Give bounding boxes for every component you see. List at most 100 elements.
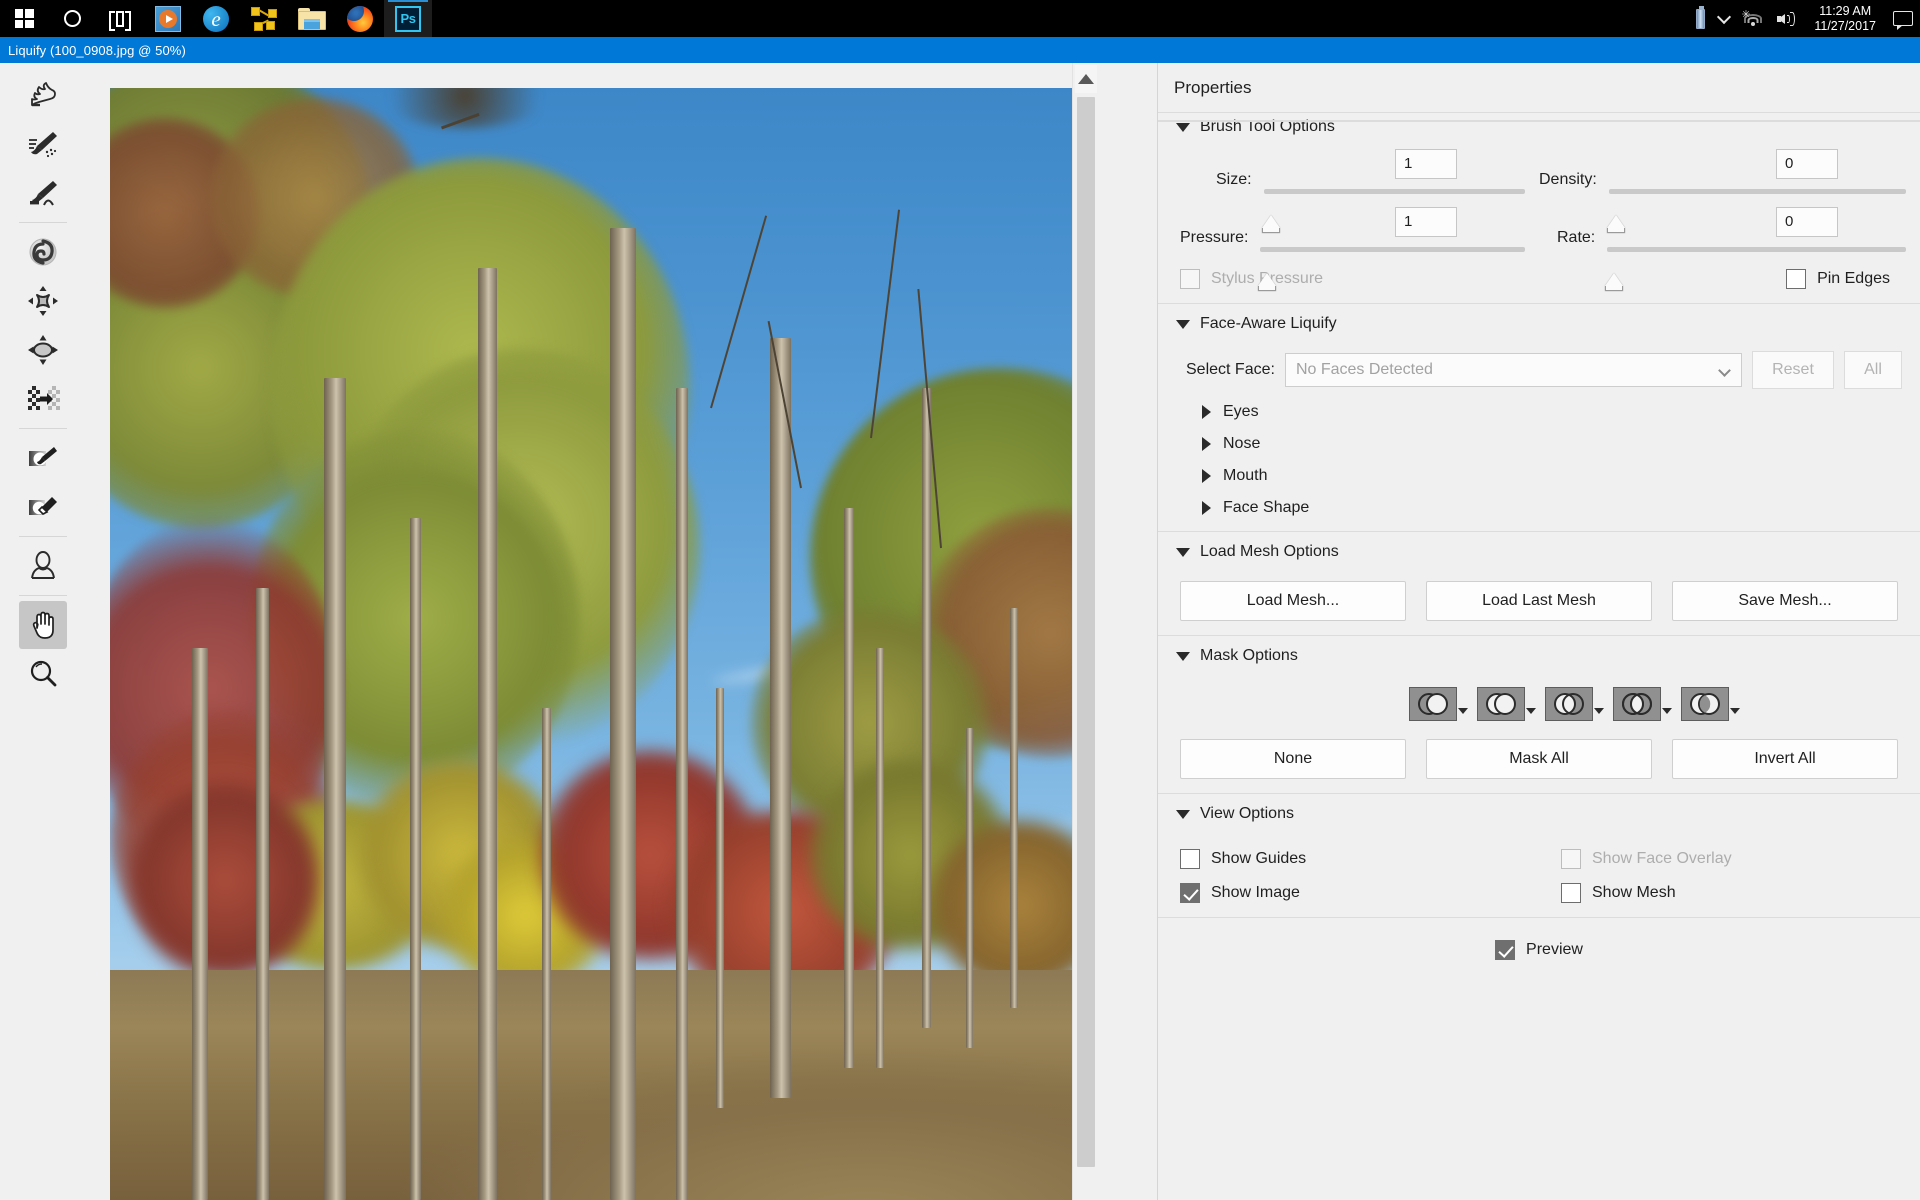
mask-options-header[interactable]: Mask Options <box>1158 636 1920 673</box>
rate-slider-track[interactable] <box>1607 247 1906 252</box>
load-mesh-button[interactable]: Load Mesh... <box>1180 581 1406 621</box>
mask-none-button[interactable]: None <box>1180 739 1406 779</box>
show-guides-row[interactable]: Show Guides <box>1158 835 1539 869</box>
show-face-overlay-row[interactable]: Show Face Overlay <box>1539 835 1920 869</box>
network-tray-button[interactable]: ✳ <box>1736 0 1770 37</box>
liquify-image-preview[interactable] <box>110 88 1080 1200</box>
mask-invert-all-button[interactable]: Invert All <box>1672 739 1898 779</box>
show-face-overlay-label: Show Face Overlay <box>1592 850 1732 868</box>
chevron-down-icon[interactable] <box>1730 708 1740 714</box>
mask-add-to-selection-item[interactable] <box>1477 687 1525 721</box>
face-aware-liquify-header[interactable]: Face-Aware Liquify <box>1158 304 1920 341</box>
show-image-checkbox[interactable] <box>1180 883 1200 903</box>
show-mesh-row[interactable]: Show Mesh <box>1539 869 1920 903</box>
mask-intersect-with-selection-item[interactable] <box>1613 687 1661 721</box>
volume-icon <box>1777 11 1797 27</box>
tool-twirl-clockwise[interactable] <box>19 228 67 276</box>
density-input[interactable]: 0 <box>1776 149 1838 179</box>
chevron-down-icon[interactable] <box>1526 708 1536 714</box>
stylus-pressure-checkbox-row[interactable]: Stylus Pressure <box>1158 255 1539 289</box>
chevron-down-icon[interactable] <box>1594 708 1604 714</box>
media-player-taskbar-icon[interactable] <box>144 0 192 37</box>
show-face-overlay-checkbox[interactable] <box>1561 849 1581 869</box>
volume-tray-button[interactable] <box>1770 0 1804 37</box>
size-density-row: Size: 1 Density: 0 <box>1158 151 1920 189</box>
scrollbar-thumb[interactable] <box>1077 97 1095 1167</box>
show-image-row[interactable]: Show Image <box>1158 869 1539 903</box>
tool-hand[interactable] <box>19 601 67 649</box>
density-control: Density: 0 <box>1539 155 1920 189</box>
face-all-button[interactable]: All <box>1844 351 1902 389</box>
tree-trunk <box>478 268 497 1200</box>
cortana-search-button[interactable] <box>48 0 96 37</box>
load-last-mesh-button[interactable]: Load Last Mesh <box>1426 581 1652 621</box>
hand-tool-icon <box>26 608 60 642</box>
mask-subtract-from-selection-item[interactable] <box>1545 687 1593 721</box>
tool-push-left[interactable] <box>19 375 67 423</box>
size-slider-track[interactable] <box>1264 189 1525 194</box>
tool-reconstruct[interactable] <box>19 120 67 168</box>
tree-trunk <box>966 728 973 1048</box>
reconstruct-brush-icon <box>26 127 60 161</box>
start-button[interactable] <box>0 0 48 37</box>
show-hidden-icons-button[interactable] <box>1712 0 1736 37</box>
mouth-subsection[interactable]: Mouth <box>1158 453 1920 485</box>
chevron-down-icon[interactable] <box>1662 708 1672 714</box>
select-face-dropdown[interactable]: No Faces Detected <box>1285 353 1742 387</box>
mask-subtract-from-selection-icon[interactable] <box>1545 687 1593 721</box>
tool-forward-warp[interactable] <box>19 71 67 119</box>
brush-tool-options-header[interactable]: Brush Tool Options <box>1158 107 1335 144</box>
view-options-header[interactable]: View Options <box>1158 794 1920 831</box>
mask-add-to-selection-icon[interactable] <box>1477 687 1525 721</box>
mask-replace-selection-item[interactable] <box>1409 687 1457 721</box>
firefox-taskbar-icon[interactable] <box>336 0 384 37</box>
action-center-button[interactable] <box>1886 0 1920 37</box>
tool-freeze-mask[interactable] <box>19 434 67 482</box>
tool-pucker[interactable] <box>19 277 67 325</box>
preview-checkbox[interactable] <box>1495 940 1515 960</box>
file-explorer-taskbar-icon[interactable] <box>288 0 336 37</box>
toolbar-divider-4 <box>19 595 67 596</box>
tool-bloat[interactable] <box>19 326 67 374</box>
show-mesh-checkbox[interactable] <box>1561 883 1581 903</box>
rate-slider-thumb[interactable] <box>1605 273 1623 286</box>
pressure-input[interactable]: 1 <box>1395 207 1457 237</box>
save-mesh-button[interactable]: Save Mesh... <box>1672 581 1898 621</box>
mask-options-title: Mask Options <box>1200 647 1298 665</box>
face-shape-subsection[interactable]: Face Shape <box>1158 485 1920 517</box>
tool-face[interactable] <box>19 542 67 590</box>
face-reset-button[interactable]: Reset <box>1752 351 1834 389</box>
nose-subsection[interactable]: Nose <box>1158 421 1920 453</box>
rate-input[interactable]: 0 <box>1776 207 1838 237</box>
task-view-button[interactable] <box>96 0 144 37</box>
scroll-up-button[interactable] <box>1075 65 1097 93</box>
pin-edges-checkbox-row[interactable]: Pin Edges <box>1539 255 1920 289</box>
density-slider-track[interactable] <box>1609 189 1906 194</box>
canvas-vertical-scrollbar[interactable] <box>1072 63 1098 1200</box>
edge-browser-taskbar-icon[interactable]: e <box>192 0 240 37</box>
eyes-subsection[interactable]: Eyes <box>1158 389 1920 421</box>
chevron-down-icon[interactable] <box>1458 708 1468 714</box>
photoshop-taskbar-icon[interactable]: Ps <box>384 0 432 37</box>
mask-intersect-with-selection-icon[interactable] <box>1613 687 1661 721</box>
show-guides-checkbox[interactable] <box>1180 849 1200 869</box>
size-input[interactable]: 1 <box>1395 149 1457 179</box>
view-options-title: View Options <box>1200 805 1294 823</box>
stylus-pressure-checkbox[interactable] <box>1180 269 1200 289</box>
mask-replace-selection-icon[interactable] <box>1409 687 1457 721</box>
preview-row[interactable]: Preview <box>1158 918 1920 960</box>
clock-tray-button[interactable]: 11:29 AM 11/27/2017 <box>1804 4 1886 34</box>
tool-zoom[interactable] <box>19 650 67 698</box>
load-mesh-options-header[interactable]: Load Mesh Options <box>1158 532 1920 569</box>
tool-thaw-mask[interactable] <box>19 483 67 531</box>
flow-app-taskbar-icon[interactable] <box>240 0 288 37</box>
mask-invert-selection-item[interactable] <box>1681 687 1729 721</box>
mask-invert-selection-icon[interactable] <box>1681 687 1729 721</box>
pressure-slider-track[interactable] <box>1260 247 1525 252</box>
usb-tray-button[interactable] <box>1689 0 1712 37</box>
pin-edges-checkbox[interactable] <box>1786 269 1806 289</box>
mask-all-button[interactable]: Mask All <box>1426 739 1652 779</box>
tool-smooth[interactable] <box>19 169 67 217</box>
chevron-down-icon <box>1718 364 1731 377</box>
pressure-slider-thumb[interactable] <box>1258 273 1276 286</box>
